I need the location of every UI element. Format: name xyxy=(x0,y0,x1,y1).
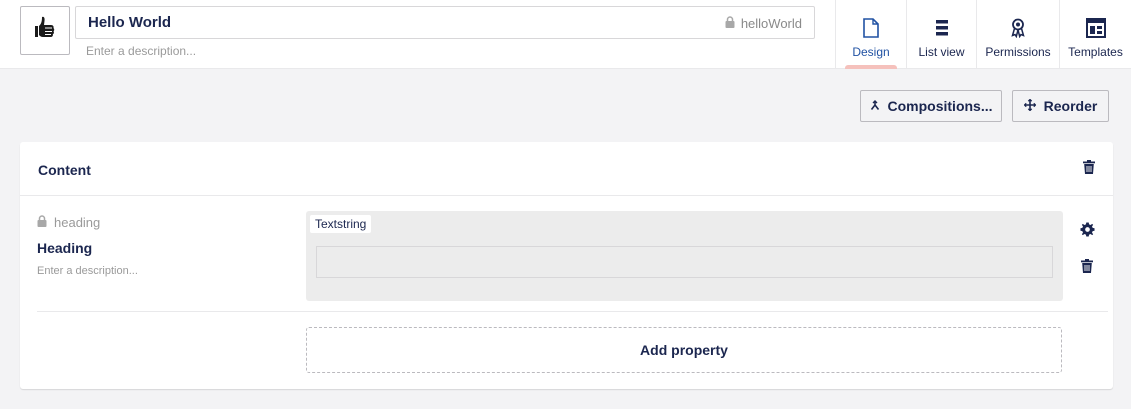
name-value: Hello World xyxy=(88,14,172,31)
delete-group-icon[interactable] xyxy=(1083,160,1095,179)
add-property-button[interactable]: Add property xyxy=(306,327,1062,373)
tab-permissions[interactable]: Permissions xyxy=(976,0,1059,69)
property-alias[interactable]: heading xyxy=(37,215,100,230)
templates-icon xyxy=(1085,13,1106,43)
description-input[interactable]: Enter a description... xyxy=(86,44,196,58)
property-description-input[interactable]: Enter a description... xyxy=(37,265,138,277)
thumbs-up-icon xyxy=(34,15,56,46)
tab-templates-label: Templates xyxy=(1068,45,1123,59)
header: Hello World helloWorld Enter a descripti… xyxy=(0,0,1131,69)
editor-preview-field xyxy=(316,246,1053,278)
property-name[interactable]: Heading xyxy=(37,240,92,256)
gear-icon[interactable] xyxy=(1080,222,1095,242)
app-tabs: Design List view Permissions Templates xyxy=(835,0,1131,69)
delete-property-icon[interactable] xyxy=(1081,259,1093,278)
lock-icon xyxy=(37,215,47,230)
permissions-icon xyxy=(1010,13,1026,43)
group-card: Content heading Heading Enter a descript… xyxy=(20,142,1113,389)
tab-list-view[interactable]: List view xyxy=(906,0,976,69)
alias-value: helloWorld xyxy=(740,16,802,31)
doctype-icon-picker[interactable] xyxy=(20,6,70,55)
merge-icon xyxy=(870,98,880,114)
divider xyxy=(37,311,1108,312)
tab-list-view-label: List view xyxy=(918,45,965,59)
name-input[interactable]: Hello World helloWorld xyxy=(75,6,815,39)
compositions-label: Compositions... xyxy=(887,98,993,114)
move-icon xyxy=(1023,98,1037,114)
tab-design-label: Design xyxy=(852,45,890,59)
compositions-button[interactable]: Compositions... xyxy=(860,90,1002,122)
reorder-button[interactable]: Reorder xyxy=(1012,90,1109,122)
group-title[interactable]: Content xyxy=(38,162,91,178)
tab-permissions-label: Permissions xyxy=(985,45,1051,59)
editor-type-badge: Textstring xyxy=(310,215,372,233)
reorder-label: Reorder xyxy=(1043,98,1098,114)
tab-templates[interactable]: Templates xyxy=(1059,0,1131,69)
list-view-icon xyxy=(935,13,949,43)
active-tab-indicator xyxy=(845,65,897,69)
tab-design[interactable]: Design xyxy=(835,0,906,69)
property-editor-preview[interactable]: Textstring xyxy=(306,211,1063,301)
lock-icon xyxy=(725,16,735,31)
document-icon xyxy=(863,13,879,43)
divider xyxy=(20,195,1113,196)
alias-field[interactable]: helloWorld xyxy=(725,16,802,31)
property-alias-value: heading xyxy=(54,215,101,230)
